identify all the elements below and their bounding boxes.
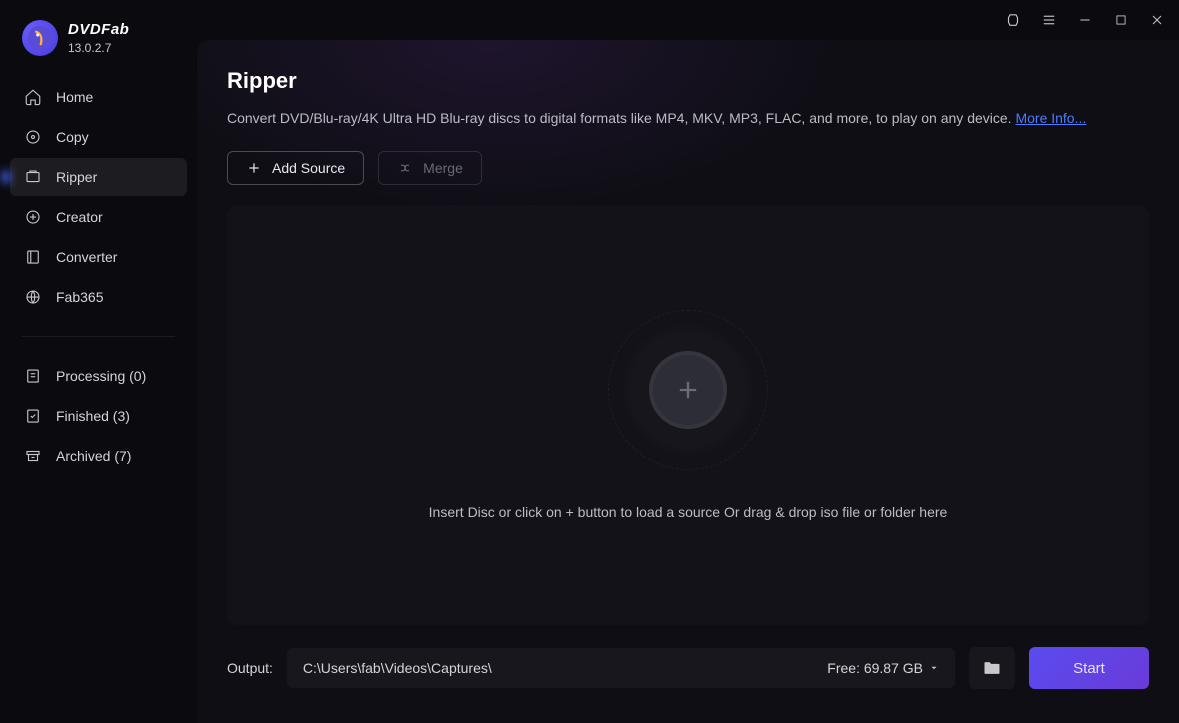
ripper-icon: [24, 168, 42, 186]
fab365-icon: [24, 288, 42, 306]
sidebar-item-ripper[interactable]: Ripper: [10, 158, 187, 196]
toolbar: Add Source Merge: [197, 129, 1179, 185]
sidebar-item-label: Processing (0): [56, 368, 146, 384]
notify-icon[interactable]: [1003, 10, 1023, 30]
converter-icon: [24, 248, 42, 266]
dropzone[interactable]: Insert Disc or click on + button to load…: [227, 205, 1149, 625]
sidebar-item-creator[interactable]: Creator: [10, 198, 187, 236]
add-source-label: Add Source: [272, 160, 345, 176]
minimize-button[interactable]: [1075, 10, 1095, 30]
sidebar-item-label: Archived (7): [56, 448, 131, 464]
sidebar-item-label: Converter: [56, 249, 117, 265]
output-path: C:\Users\fab\Videos\Captures\: [303, 660, 492, 676]
page-header: Ripper Convert DVD/Blu-ray/4K Ultra HD B…: [197, 40, 1179, 129]
sidebar-item-label: Ripper: [56, 169, 97, 185]
maximize-button[interactable]: [1111, 10, 1131, 30]
processing-icon: [24, 367, 42, 385]
merge-icon: [397, 160, 413, 176]
task-list: Processing (0) Finished (3) Archived (7): [0, 355, 197, 477]
sidebar-item-home[interactable]: Home: [10, 78, 187, 116]
start-button[interactable]: Start: [1029, 647, 1149, 689]
app-version: 13.0.2.7: [68, 41, 129, 55]
nav-list: Home Copy Ripper Creator Converter Fab36…: [0, 76, 197, 318]
sidebar-item-processing[interactable]: Processing (0): [10, 357, 187, 395]
drop-hint: Insert Disc or click on + button to load…: [429, 504, 948, 520]
start-label: Start: [1073, 660, 1105, 677]
output-label: Output:: [227, 660, 273, 676]
sidebar-divider: [22, 336, 175, 337]
plus-icon: [246, 160, 262, 176]
sidebar: DVDFab 13.0.2.7 Home Copy Ripper Creator…: [0, 0, 197, 723]
close-button[interactable]: [1147, 10, 1167, 30]
app-logo-icon: [22, 20, 58, 56]
merge-label: Merge: [423, 160, 463, 176]
content-area: Ripper Convert DVD/Blu-ray/4K Ultra HD B…: [197, 40, 1179, 723]
sidebar-item-archived[interactable]: Archived (7): [10, 437, 187, 475]
titlebar: [197, 0, 1179, 40]
archived-icon: [24, 447, 42, 465]
home-icon: [24, 88, 42, 106]
sidebar-item-label: Home: [56, 89, 93, 105]
page-title: Ripper: [227, 68, 1149, 94]
sidebar-item-label: Fab365: [56, 289, 103, 305]
footer: Output: C:\Users\fab\Videos\Captures\ Fr…: [197, 625, 1179, 715]
merge-button[interactable]: Merge: [378, 151, 482, 185]
sidebar-item-label: Finished (3): [56, 408, 130, 424]
drop-circle-area: [608, 310, 768, 470]
sidebar-item-copy[interactable]: Copy: [10, 118, 187, 156]
add-source-button[interactable]: Add Source: [227, 151, 364, 185]
finished-icon: [24, 407, 42, 425]
menu-icon[interactable]: [1039, 10, 1059, 30]
sidebar-item-finished[interactable]: Finished (3): [10, 397, 187, 435]
sidebar-item-label: Copy: [56, 129, 89, 145]
app-name: DVDFab: [68, 21, 129, 38]
main: Ripper Convert DVD/Blu-ray/4K Ultra HD B…: [197, 0, 1179, 723]
caret-down-icon: [929, 663, 939, 673]
sidebar-item-fab365[interactable]: Fab365: [10, 278, 187, 316]
creator-icon: [24, 208, 42, 226]
sidebar-item-label: Creator: [56, 209, 103, 225]
free-space-dropdown[interactable]: Free: 69.87 GB: [827, 660, 939, 676]
output-path-box[interactable]: C:\Users\fab\Videos\Captures\ Free: 69.8…: [287, 648, 955, 688]
folder-icon: [982, 658, 1002, 678]
more-info-link[interactable]: More Info...: [1015, 110, 1086, 126]
copy-icon: [24, 128, 42, 146]
browse-folder-button[interactable]: [969, 647, 1015, 689]
sidebar-item-converter[interactable]: Converter: [10, 238, 187, 276]
page-description: Convert DVD/Blu-ray/4K Ultra HD Blu-ray …: [227, 108, 1149, 129]
logo-area: DVDFab 13.0.2.7: [0, 0, 197, 76]
